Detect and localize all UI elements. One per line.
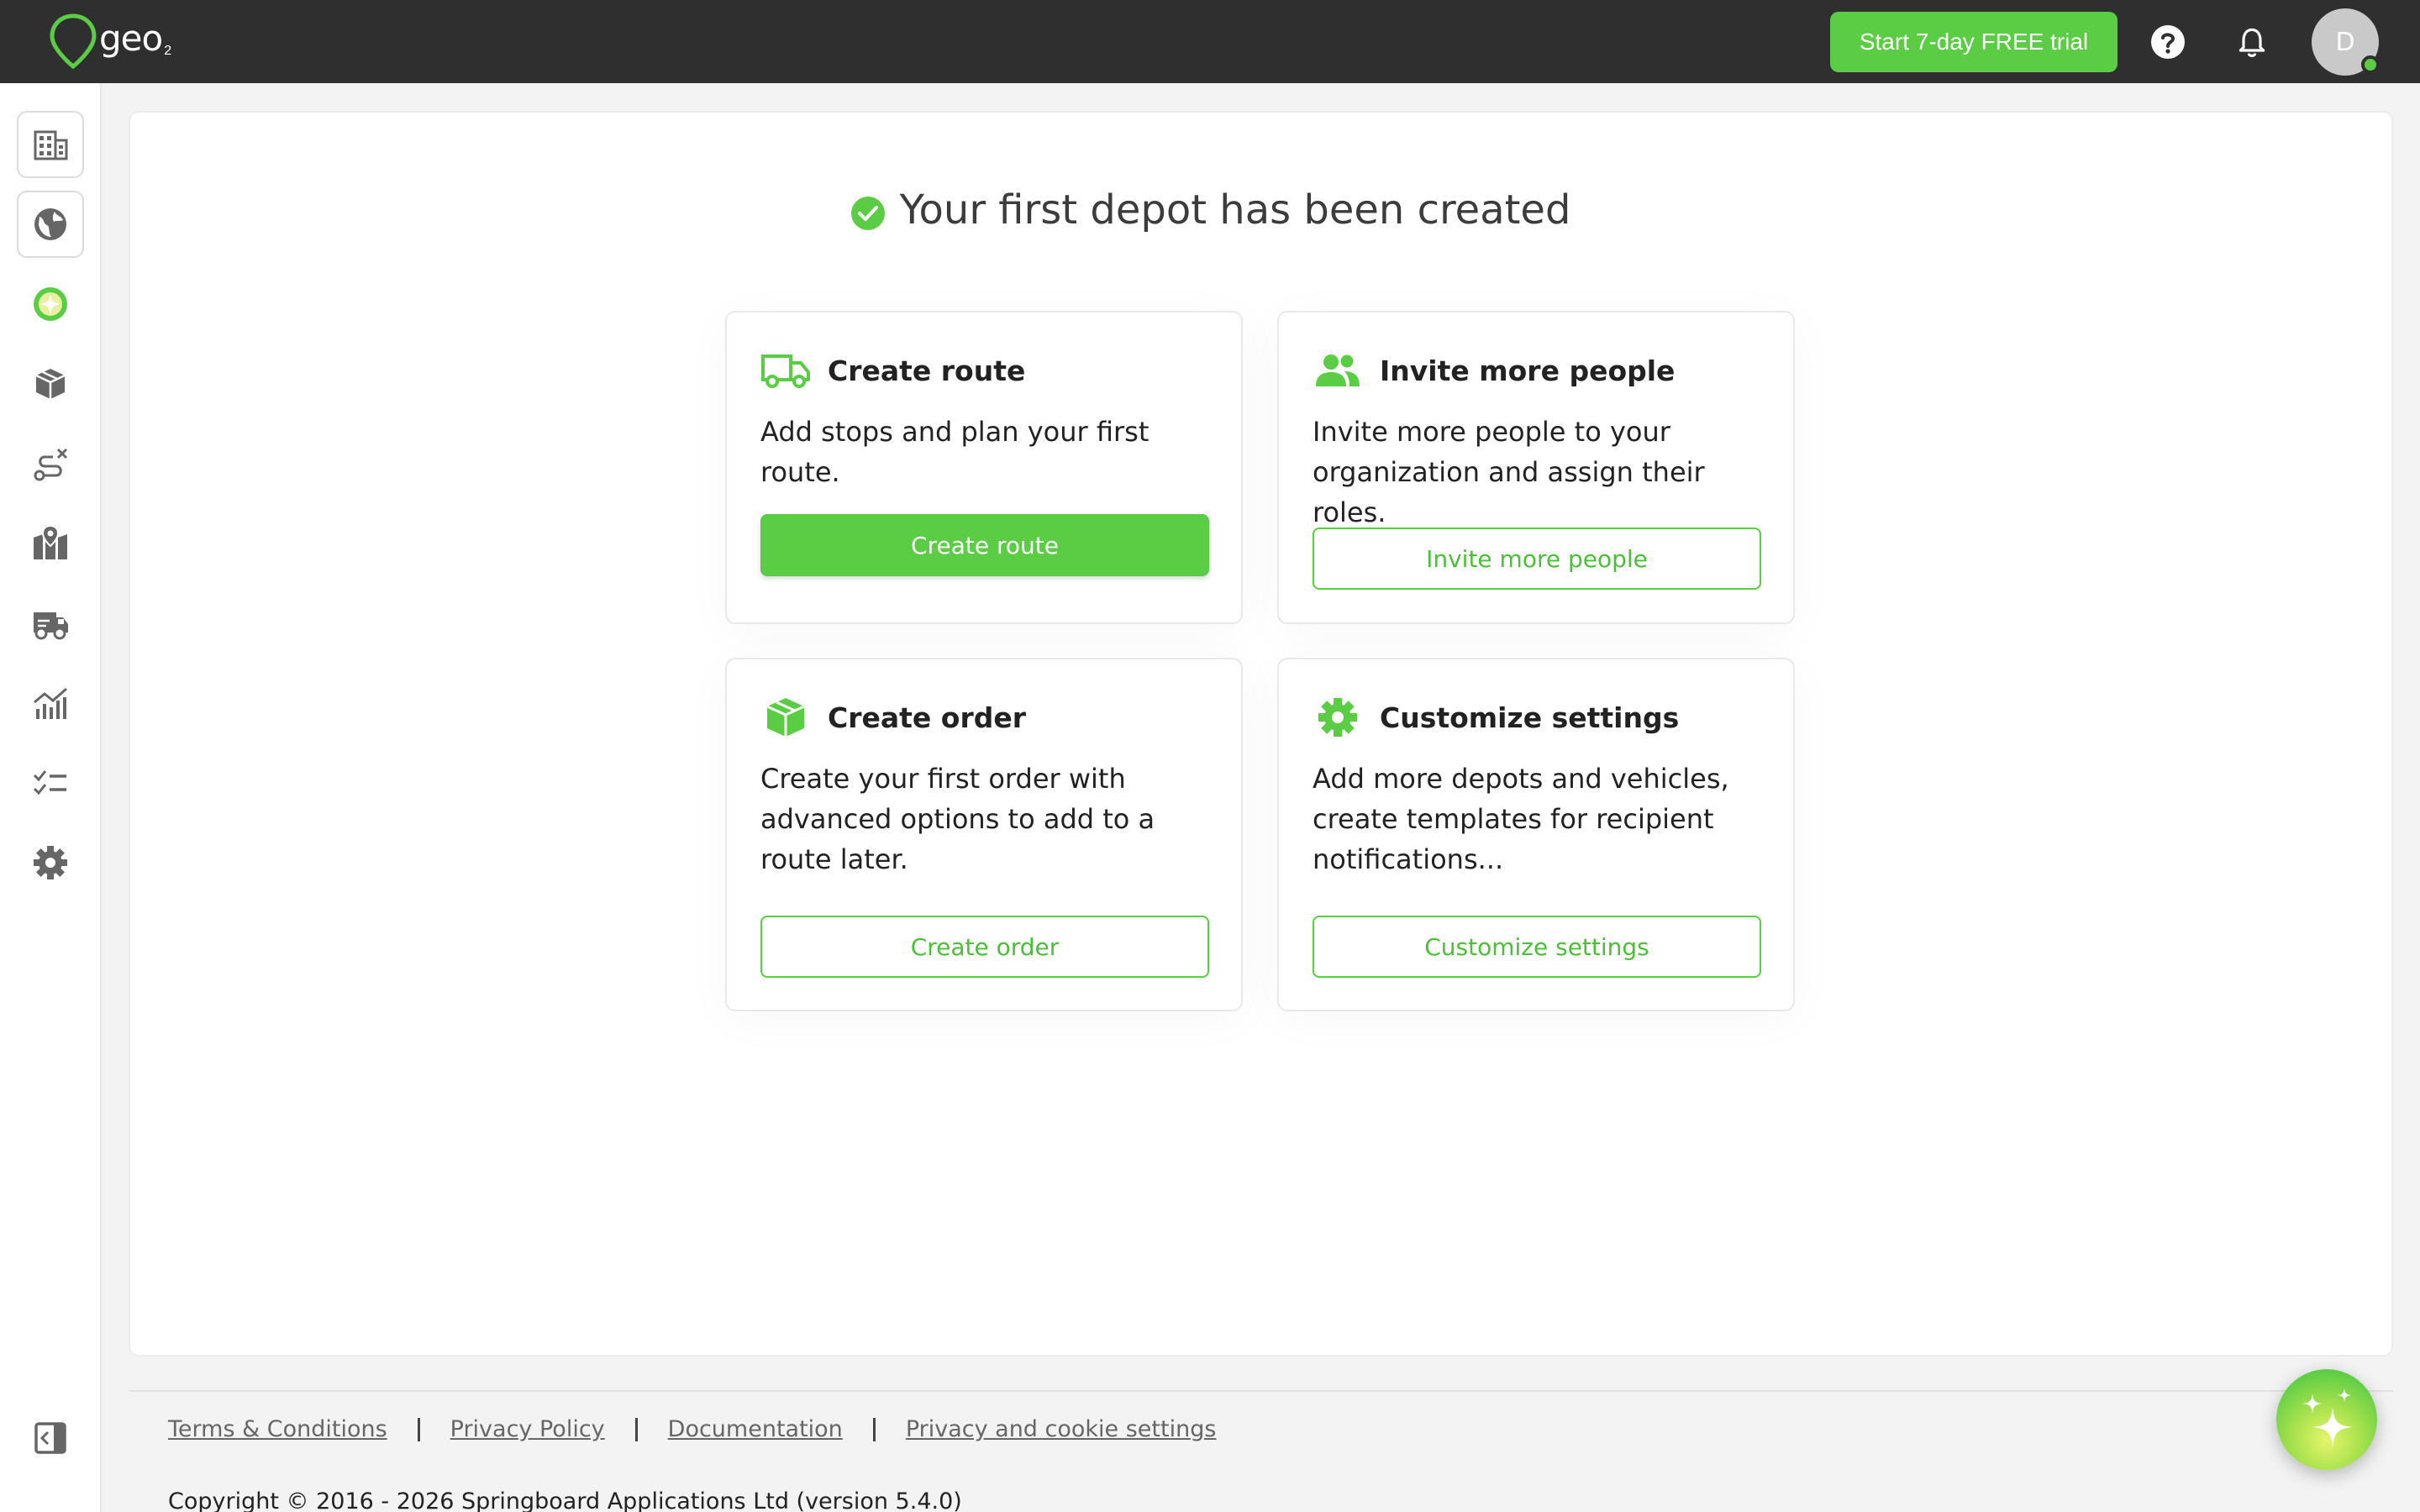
logo-text: geo: [99, 17, 163, 59]
world-color-icon: [34, 287, 67, 321]
footer-separator: [872, 1417, 876, 1441]
card-title: Create route: [828, 354, 1026, 387]
footer-divider: [129, 1390, 2393, 1392]
route-icon: [34, 448, 68, 481]
sidebar-item-depots[interactable]: [17, 111, 84, 178]
gear-icon: [1318, 698, 1357, 737]
footer-separator: [634, 1417, 638, 1441]
start-trial-button[interactable]: Start 7-day FREE trial: [1830, 12, 2118, 72]
map-pin-icon: [34, 524, 67, 559]
package-icon: [35, 369, 66, 399]
card-title: Invite more people: [1380, 354, 1676, 387]
privacy-policy-link[interactable]: Privacy Policy: [450, 1416, 605, 1442]
create-order-button[interactable]: Create order: [760, 916, 1209, 978]
avatar-initial: D: [2335, 27, 2355, 57]
page-title: Your first depot has been created: [899, 186, 1571, 234]
main-content-panel: [129, 111, 2393, 1357]
collapse-sidebar-icon: [34, 1422, 66, 1454]
analytics-icon: [34, 687, 67, 719]
gear-icon: [34, 846, 67, 879]
copyright-text: Copyright © 2016 - 2026 Springboard Appl…: [168, 1488, 962, 1512]
invite-people-card: Invite more people Invite more people to…: [1277, 311, 1795, 624]
card-description: Add more depots and vehicles, create tem…: [1313, 763, 1729, 875]
cookie-settings-link[interactable]: Privacy and cookie settings: [906, 1416, 1217, 1442]
card-title: Create order: [828, 701, 1027, 734]
collapse-sidebar-button[interactable]: [17, 1404, 84, 1472]
sidebar-item-routes[interactable]: [17, 430, 84, 497]
top-bar: geo 2 Start 7-day FREE trial D: [0, 0, 2420, 83]
online-status-dot: [2361, 55, 2380, 74]
sidebar-item-analytics[interactable]: [17, 669, 84, 737]
footer-links: Terms & Conditions Privacy Policy Docume…: [168, 1416, 1216, 1442]
user-avatar[interactable]: D: [2312, 8, 2380, 76]
success-heading: Your first depot has been created: [0, 186, 2420, 234]
card-description: Create your first order with advanced op…: [760, 763, 1155, 875]
customize-settings-card: Customize settings Add more depots and v…: [1277, 658, 1795, 1011]
sidebar: [0, 83, 102, 1512]
ai-assistant-button[interactable]: [2276, 1369, 2377, 1470]
customize-settings-button[interactable]: Customize settings: [1313, 916, 1761, 978]
help-icon[interactable]: [2149, 24, 2186, 60]
terms-link[interactable]: Terms & Conditions: [168, 1416, 387, 1442]
create-order-card: Create order Create your first order wit…: [725, 658, 1243, 1011]
card-description: Add stops and plan your first route.: [760, 416, 1150, 488]
footer-separator: [417, 1417, 420, 1441]
sparkle-icon: [2302, 1389, 2353, 1447]
documentation-link[interactable]: Documentation: [668, 1416, 843, 1442]
geo-logo[interactable]: geo 2: [49, 13, 172, 70]
location-pin-logo-icon: [50, 13, 97, 70]
logo-subscript: 2: [164, 44, 172, 58]
check-circle-icon: [850, 197, 885, 230]
sidebar-item-settings[interactable]: [17, 829, 84, 896]
sidebar-item-vehicles[interactable]: [17, 590, 84, 657]
sidebar-item-orders[interactable]: [17, 350, 84, 417]
sidebar-item-world[interactable]: [17, 270, 84, 338]
sidebar-item-map[interactable]: [17, 510, 84, 577]
box-icon: [766, 698, 805, 737]
card-title: Customize settings: [1380, 701, 1680, 734]
notifications-bell-icon[interactable]: [2233, 24, 2270, 60]
checklist-icon: [33, 770, 66, 795]
create-route-button[interactable]: Create route: [760, 514, 1209, 576]
sidebar-item-tasks[interactable]: [17, 749, 84, 816]
building-icon: [34, 130, 68, 160]
card-description: Invite more people to your organization …: [1313, 416, 1705, 528]
people-icon: [1316, 354, 1360, 386]
invite-people-button[interactable]: Invite more people: [1313, 528, 1761, 590]
create-route-card: Create route Add stops and plan your fir…: [725, 311, 1243, 624]
vehicle-icon: [34, 612, 68, 640]
truck-icon: [761, 354, 810, 388]
